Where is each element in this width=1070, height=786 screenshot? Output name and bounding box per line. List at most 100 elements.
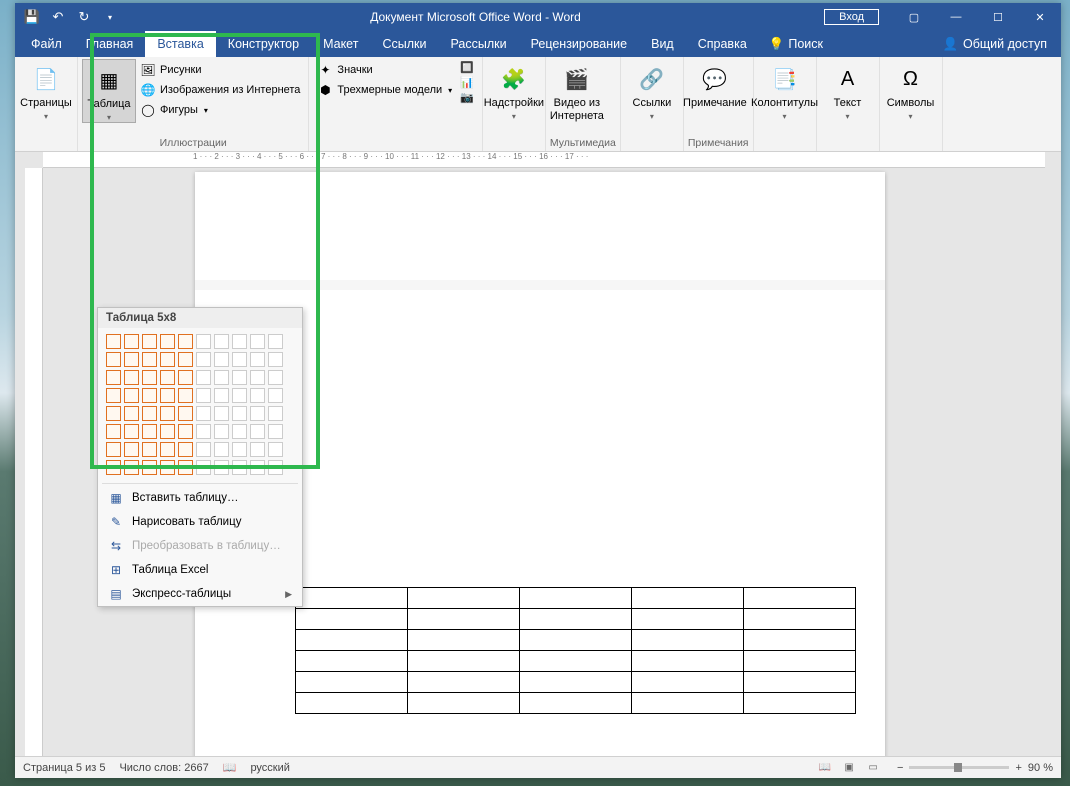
online-video-button[interactable]: 🎬Видео из Интернета <box>550 59 604 123</box>
tab-home[interactable]: Главная <box>74 31 146 57</box>
grid-cell[interactable] <box>124 406 139 421</box>
grid-cell[interactable] <box>160 370 175 385</box>
tab-design[interactable]: Конструктор <box>216 31 311 57</box>
grid-cell[interactable] <box>232 352 247 367</box>
text-button[interactable]: AТекст▾ <box>821 59 875 121</box>
grid-cell[interactable] <box>160 352 175 367</box>
chart-icon[interactable]: 📊 <box>460 76 474 89</box>
grid-cell[interactable] <box>268 388 283 403</box>
table-button[interactable]: ▦Таблица▾ <box>82 59 136 123</box>
grid-cell[interactable] <box>196 370 211 385</box>
menu-draw-table[interactable]: ✎Нарисовать таблицу <box>98 510 302 534</box>
grid-cell[interactable] <box>178 370 193 385</box>
grid-cell[interactable] <box>232 370 247 385</box>
grid-cell[interactable] <box>196 424 211 439</box>
grid-cell[interactable] <box>160 334 175 349</box>
login-button[interactable]: Вход <box>824 9 879 25</box>
headers-button[interactable]: 📑Колонтитулы▾ <box>758 59 812 121</box>
comment-button[interactable]: 💬Примечание <box>688 59 742 110</box>
vertical-ruler[interactable] <box>25 168 43 756</box>
grid-cell[interactable] <box>178 388 193 403</box>
screenshot-icon[interactable]: 📷 <box>460 91 474 104</box>
grid-cell[interactable] <box>124 442 139 457</box>
table-size-grid[interactable] <box>98 328 302 481</box>
grid-cell[interactable] <box>250 406 265 421</box>
share-button[interactable]: 👤Общий доступ <box>928 31 1061 57</box>
grid-cell[interactable] <box>250 370 265 385</box>
grid-cell[interactable] <box>250 334 265 349</box>
qat-dropdown-icon[interactable]: ▾ <box>99 6 121 28</box>
tab-file[interactable]: Файл <box>19 31 74 57</box>
grid-cell[interactable] <box>268 334 283 349</box>
grid-cell[interactable] <box>142 460 157 475</box>
grid-cell[interactable] <box>196 352 211 367</box>
grid-cell[interactable] <box>142 370 157 385</box>
grid-cell[interactable] <box>124 424 139 439</box>
zoom-level[interactable]: 90 % <box>1028 762 1053 774</box>
spellcheck-icon[interactable]: 📖 <box>223 761 237 774</box>
tab-mailings[interactable]: Рассылки <box>438 31 518 57</box>
addins-button[interactable]: 🧩Надстройки▾ <box>487 59 541 121</box>
grid-cell[interactable] <box>268 352 283 367</box>
tab-view[interactable]: Вид <box>639 31 686 57</box>
word-count[interactable]: Число слов: 2667 <box>119 762 208 774</box>
grid-cell[interactable] <box>232 388 247 403</box>
grid-cell[interactable] <box>160 442 175 457</box>
save-icon[interactable]: 💾 <box>21 6 43 28</box>
grid-cell[interactable] <box>232 442 247 457</box>
grid-cell[interactable] <box>106 370 121 385</box>
grid-cell[interactable] <box>124 388 139 403</box>
grid-cell[interactable] <box>178 424 193 439</box>
minimize-icon[interactable]: — <box>935 3 977 31</box>
grid-cell[interactable] <box>196 334 211 349</box>
grid-cell[interactable] <box>178 460 193 475</box>
grid-cell[interactable] <box>106 442 121 457</box>
grid-cell[interactable] <box>250 424 265 439</box>
document-table[interactable] <box>295 587 856 714</box>
grid-cell[interactable] <box>250 442 265 457</box>
grid-cell[interactable] <box>160 424 175 439</box>
language-status[interactable]: русский <box>250 762 289 774</box>
grid-cell[interactable] <box>124 460 139 475</box>
grid-cell[interactable] <box>124 334 139 349</box>
zoom-in-button[interactable]: + <box>1015 762 1021 774</box>
grid-cell[interactable] <box>160 406 175 421</box>
grid-cell[interactable] <box>250 388 265 403</box>
grid-cell[interactable] <box>214 370 229 385</box>
grid-cell[interactable] <box>160 388 175 403</box>
grid-cell[interactable] <box>232 424 247 439</box>
shapes-button[interactable]: ◯Фигуры▾ <box>136 101 304 119</box>
menu-excel-table[interactable]: ⊞Таблица Excel <box>98 558 302 582</box>
grid-cell[interactable] <box>106 388 121 403</box>
tab-insert[interactable]: Вставка <box>145 31 215 57</box>
grid-cell[interactable] <box>250 460 265 475</box>
menu-insert-table[interactable]: ▦Вставить таблицу… <box>98 486 302 510</box>
grid-cell[interactable] <box>178 406 193 421</box>
grid-cell[interactable] <box>142 424 157 439</box>
grid-cell[interactable] <box>196 442 211 457</box>
grid-cell[interactable] <box>106 424 121 439</box>
3d-models-button[interactable]: ⬢Трехмерные модели▾ <box>313 81 456 99</box>
grid-cell[interactable] <box>160 460 175 475</box>
grid-cell[interactable] <box>196 388 211 403</box>
read-mode-icon[interactable]: 📖 <box>815 760 835 776</box>
grid-cell[interactable] <box>232 406 247 421</box>
grid-cell[interactable] <box>196 406 211 421</box>
tab-review[interactable]: Рецензирование <box>519 31 640 57</box>
grid-cell[interactable] <box>250 352 265 367</box>
grid-cell[interactable] <box>142 442 157 457</box>
grid-cell[interactable] <box>142 388 157 403</box>
maximize-icon[interactable]: ☐ <box>977 3 1019 31</box>
tell-me-search[interactable]: 💡Поиск <box>759 31 833 57</box>
pictures-button[interactable]: 🖼Рисунки <box>136 61 304 79</box>
grid-cell[interactable] <box>124 352 139 367</box>
ribbon-display-icon[interactable]: ▢ <box>893 3 935 31</box>
symbols-button[interactable]: ΩСимволы▾ <box>884 59 938 121</box>
grid-cell[interactable] <box>214 352 229 367</box>
grid-cell[interactable] <box>214 334 229 349</box>
menu-express-tables[interactable]: ▤Экспресс-таблицы▶ <box>98 582 302 606</box>
grid-cell[interactable] <box>196 460 211 475</box>
undo-icon[interactable]: ↶ <box>47 6 69 28</box>
grid-cell[interactable] <box>214 460 229 475</box>
zoom-slider[interactable] <box>909 766 1009 769</box>
